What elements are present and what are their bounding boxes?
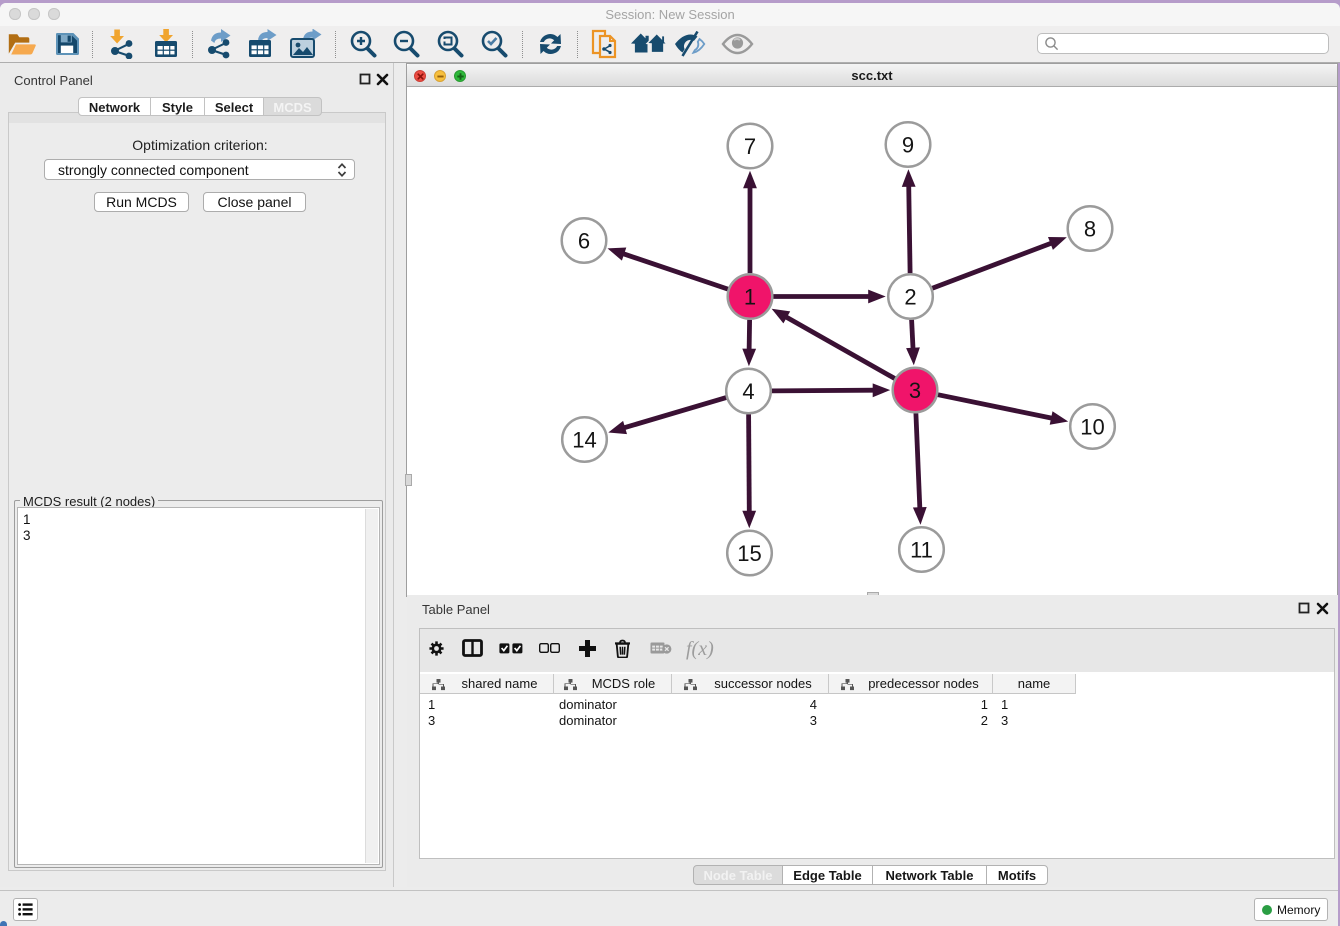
svg-text:14: 14 xyxy=(572,428,596,453)
svg-text:9: 9 xyxy=(902,133,914,158)
svg-text:4: 4 xyxy=(742,379,754,404)
svg-text:10: 10 xyxy=(1080,415,1104,440)
svg-text:8: 8 xyxy=(1084,217,1096,242)
svg-text:15: 15 xyxy=(737,541,761,566)
svg-text:7: 7 xyxy=(744,134,756,159)
svg-text:1: 1 xyxy=(744,285,756,310)
svg-text:6: 6 xyxy=(578,229,590,254)
svg-text:3: 3 xyxy=(909,378,921,403)
svg-text:2: 2 xyxy=(904,285,916,310)
svg-text:11: 11 xyxy=(910,538,933,563)
